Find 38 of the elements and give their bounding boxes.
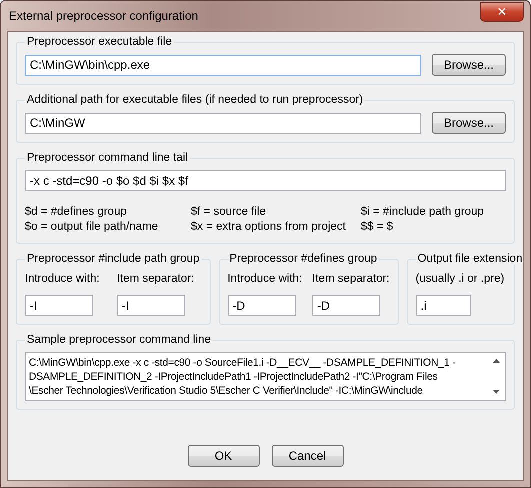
field-label: Item separator: xyxy=(312,273,390,285)
help-text: $f = source file xyxy=(191,205,268,220)
field-label: Introduce with: xyxy=(25,273,101,285)
group-title: Preprocessor #include path group xyxy=(26,253,201,265)
help-text: $i = #include path group xyxy=(361,205,486,220)
command-line-text: C:\MinGW\bin\cpp.exe -x c -std=c90 -o SourceFile1.i -D__ECV__ -DSAMPLE_DEFINITION_1 - xyxy=(29,356,457,370)
text-field[interactable]: C:\MinGW xyxy=(25,112,421,134)
text-field[interactable]: .i xyxy=(416,295,471,316)
group-title: Output file extension xyxy=(416,253,524,265)
text-field[interactable]: -D xyxy=(228,295,296,316)
scroll-down-icon[interactable] xyxy=(493,390,500,394)
group-title: Preprocessor command line tail xyxy=(26,152,190,164)
field-label: Item separator: xyxy=(117,273,196,285)
text-field[interactable]: -D xyxy=(312,295,380,316)
group-title: Preprocessor #defines group xyxy=(228,253,378,265)
browse-button[interactable]: Browse... xyxy=(432,112,506,134)
text-area[interactable] xyxy=(25,352,506,401)
text-field[interactable]: -I xyxy=(25,295,93,316)
ok-button[interactable]: OK xyxy=(188,445,260,467)
command-line-text: \Escher Technologies\Verification Studio 5\Escher C Verifier\Include" -IC:\MinGW\include xyxy=(29,384,424,398)
cancel-button[interactable]: Cancel xyxy=(272,445,344,467)
field-label: Introduce with: xyxy=(228,273,302,285)
command-line-text: DSAMPLE_DEFINITION_2 -IProjectIncludePath1 -IProjectIncludePath2 -I"C:\Program Files xyxy=(29,370,439,384)
help-text: $o = output file path/name xyxy=(25,220,160,235)
text-field[interactable]: -I xyxy=(117,295,186,316)
help-text: $d = #defines group xyxy=(25,205,128,220)
group-title: Additional path for executable files (if needed to run preprocessor) xyxy=(26,94,364,106)
help-text: $$ = $ xyxy=(361,220,394,235)
help-text: $x = extra options from project xyxy=(191,220,348,235)
text-field[interactable]: C:\MinGW\bin\cpp.exe xyxy=(25,54,421,76)
group-title: Sample preprocessor command line xyxy=(26,334,212,346)
group-title: Preprocessor executable file xyxy=(26,36,174,48)
scroll-up-icon[interactable] xyxy=(493,359,500,363)
text-field[interactable]: -x c -std=c90 -o $o $d $i $x $f xyxy=(25,170,506,191)
close-button[interactable]: ✕ xyxy=(480,2,524,22)
field-label: (usually .i or .pre) xyxy=(416,273,506,285)
browse-button[interactable]: Browse... xyxy=(432,54,506,76)
window-title: External preprocessor configuration xyxy=(8,9,198,23)
